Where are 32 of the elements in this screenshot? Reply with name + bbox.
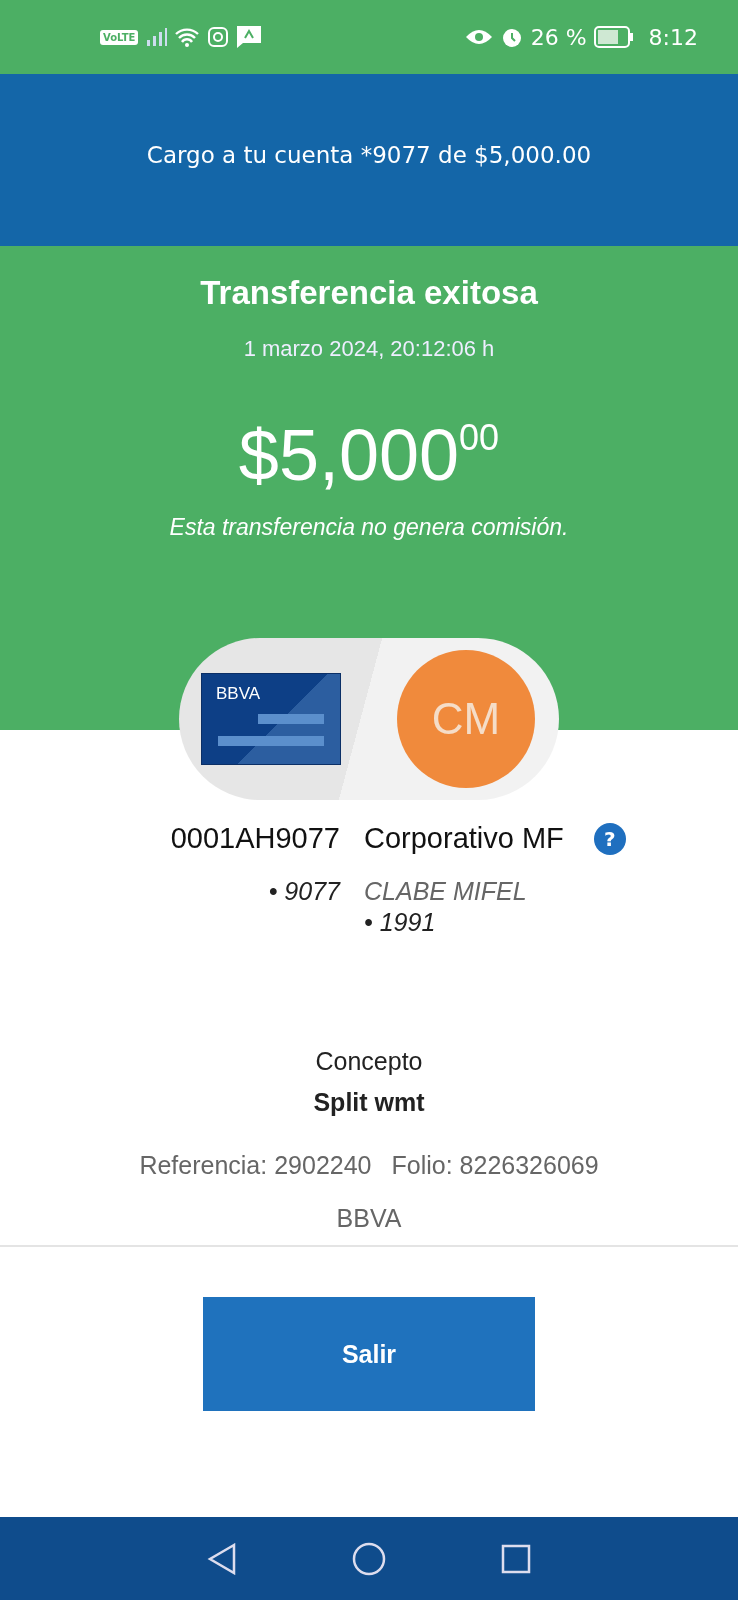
help-icon[interactable]: ? — [593, 822, 626, 855]
clock-time: 8:12 — [648, 24, 698, 50]
folio-number: Folio: 8226326069 — [391, 1151, 599, 1180]
recipient-avatar: CM — [397, 650, 535, 788]
banner-text: Cargo a tu cuenta *9077 de $5,000.00 — [146, 142, 592, 168]
commission-note: Esta transferencia no genera comisión. — [169, 514, 569, 541]
battery-percent: 26 % — [530, 24, 587, 50]
transfer-date: 1 marzo 2024, 20:12:06 h — [243, 336, 495, 362]
origin-detail: • 9077 — [268, 877, 340, 907]
recents-icon[interactable] — [501, 1543, 531, 1574]
battery-icon — [593, 26, 634, 48]
wifi-icon — [174, 27, 201, 47]
exit-button[interactable]: Salir — [203, 1297, 535, 1411]
card-stripes-icon — [218, 714, 324, 748]
origin-account: 0001AH9077 — [170, 822, 340, 855]
camera-icon — [207, 26, 230, 48]
bank-name: BBVA — [336, 1204, 402, 1233]
signal-icon — [145, 28, 168, 46]
back-icon[interactable] — [207, 1542, 237, 1575]
card-brand: BBVA — [216, 684, 261, 704]
message-icon — [236, 25, 263, 49]
recipient-bank: CLABE MIFEL — [364, 877, 528, 906]
concept-label: Concepto — [315, 1047, 423, 1076]
reference-number: Referencia: 2902240 — [139, 1151, 372, 1180]
volte-badge: VoLTE — [100, 29, 139, 45]
home-icon[interactable] — [352, 1541, 386, 1576]
concept-value: Split wmt — [313, 1088, 425, 1117]
success-title: Transferencia exitosa — [200, 274, 538, 312]
eye-icon — [464, 28, 493, 46]
transfer-amount: $5,000$^{00}$ — [238, 414, 500, 496]
recipient-name: Corporativo MF — [364, 822, 564, 855]
recipient-detail: • 1991 — [364, 908, 437, 937]
